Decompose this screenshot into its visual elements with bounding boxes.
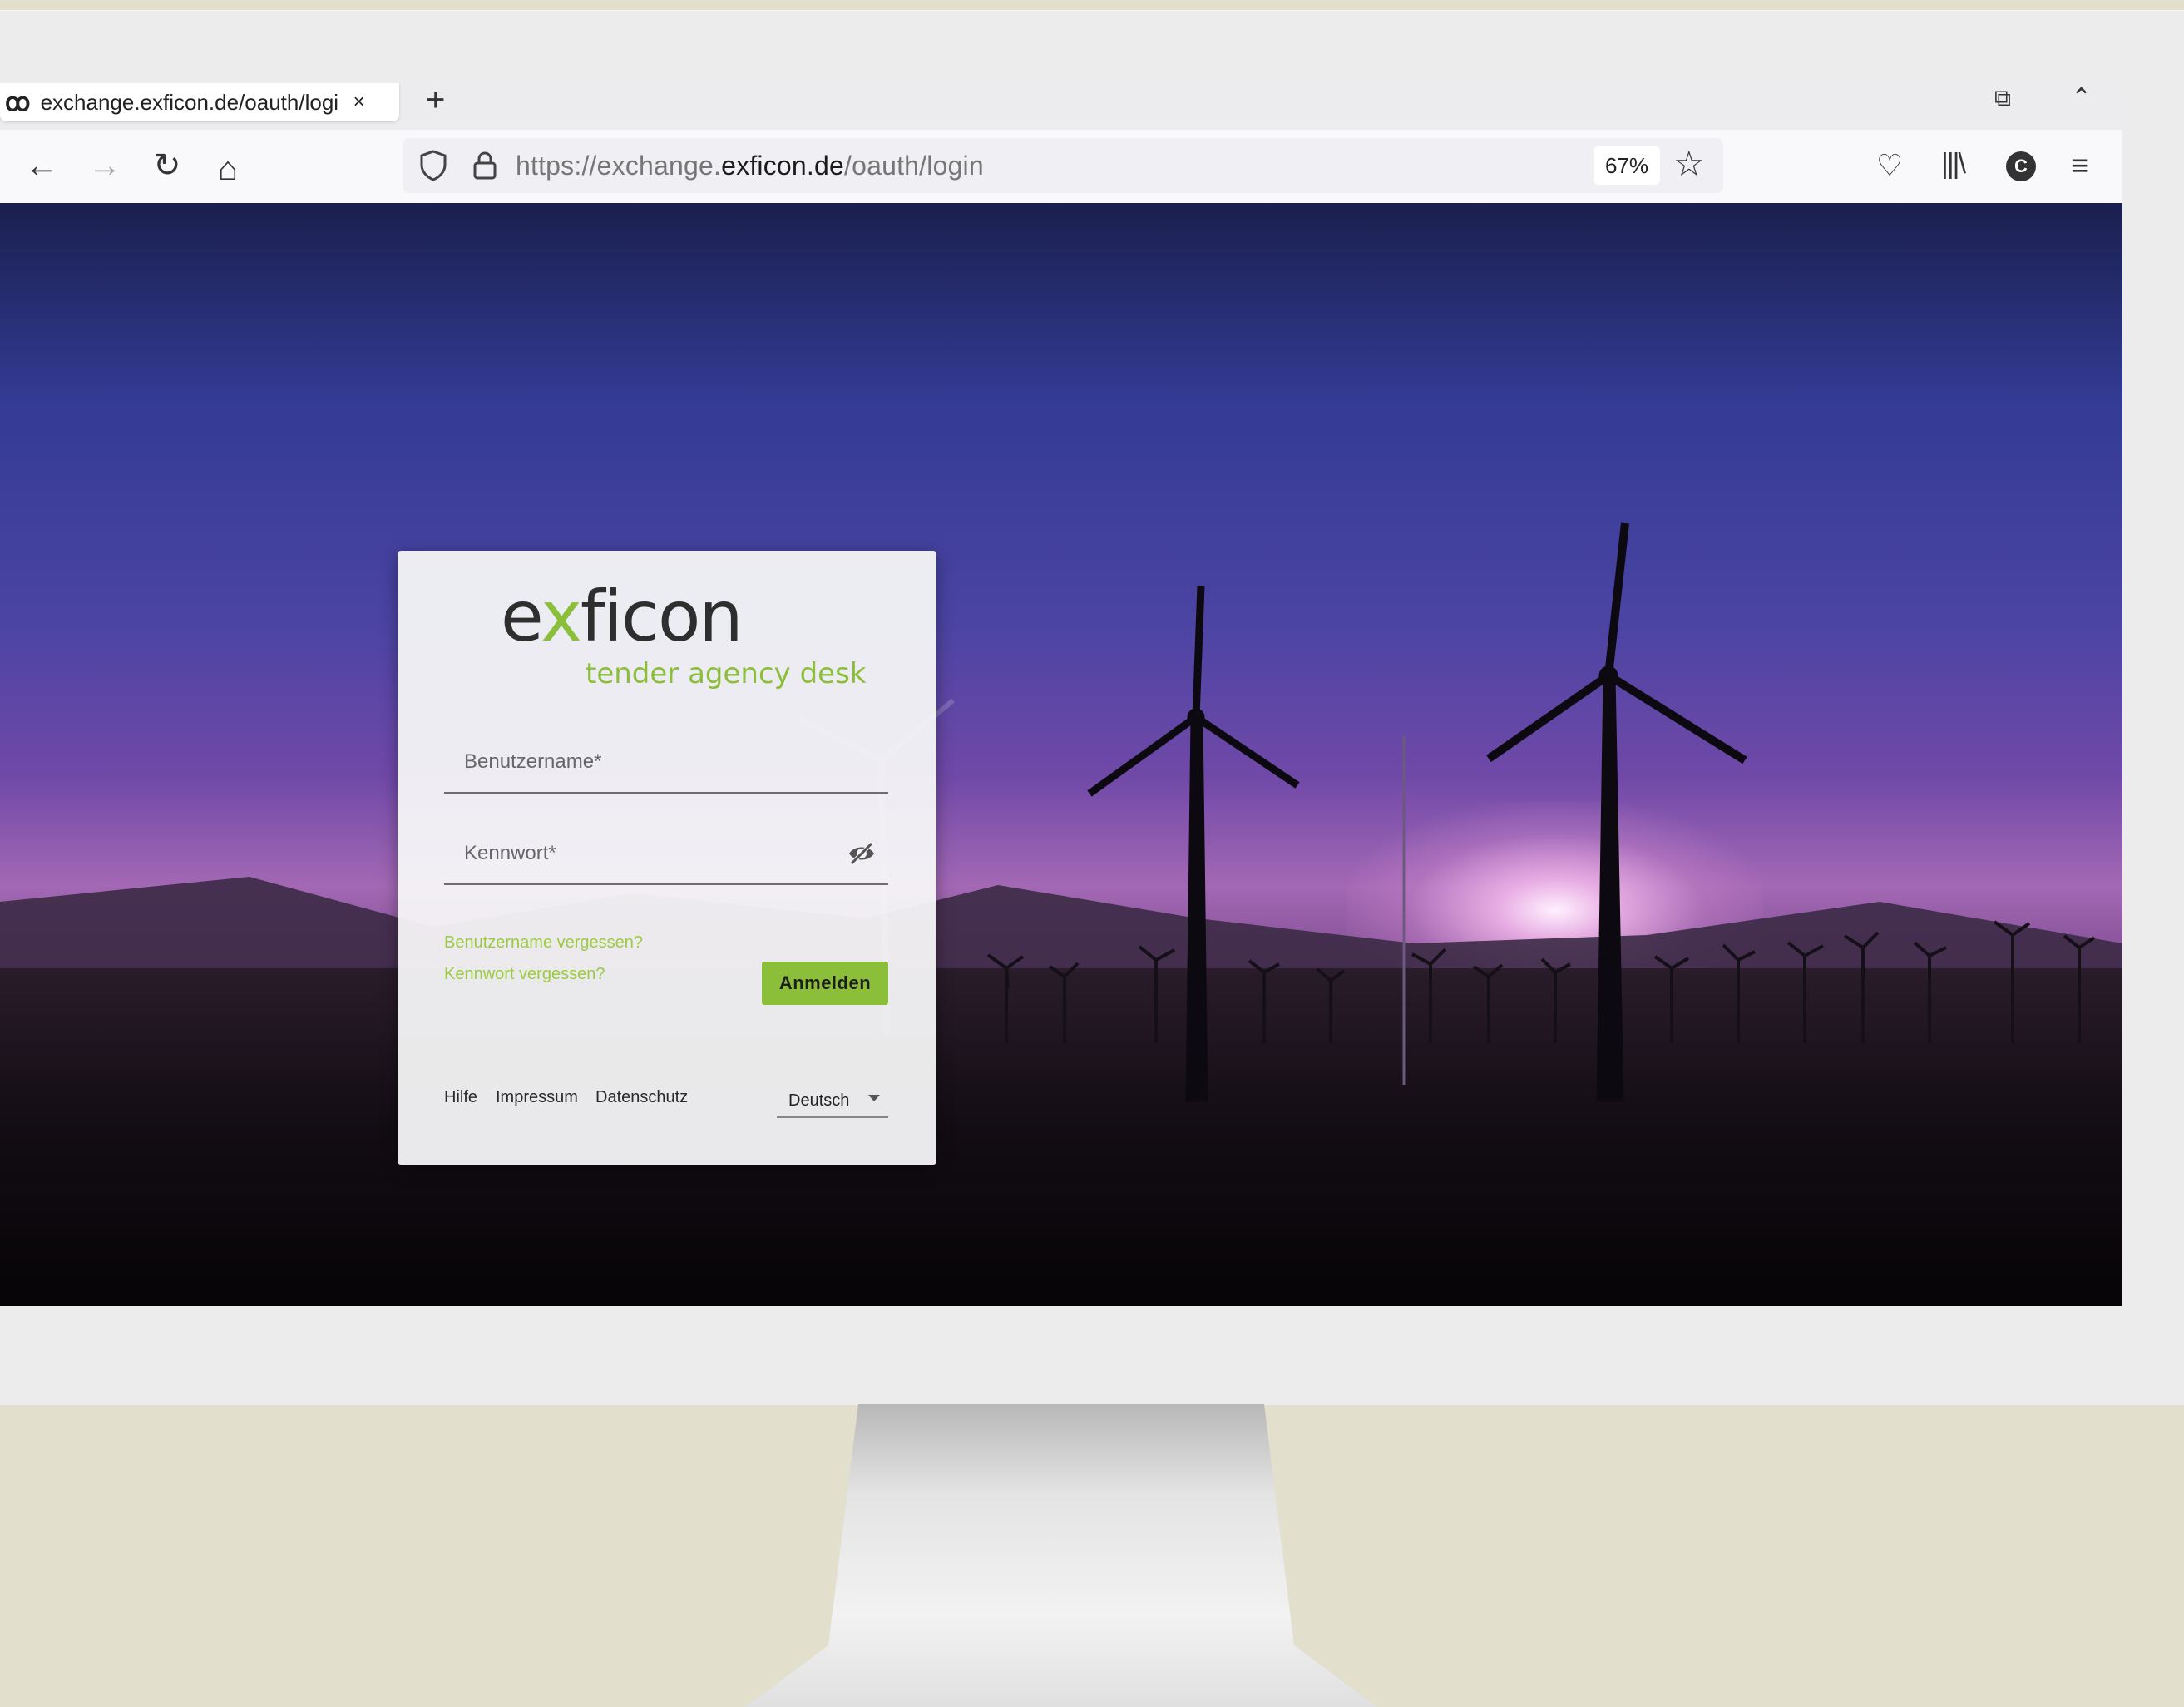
logo-word-rest: ficon <box>580 576 744 657</box>
exficon-logo: exficon <box>501 576 744 657</box>
page-background: exficon tender agency desk Benutzername*… <box>0 203 2122 1306</box>
help-link[interactable]: Hilfe <box>444 1088 477 1107</box>
zoom-level-badge[interactable]: 67% <box>1594 146 1661 185</box>
home-button[interactable]: ⌂ <box>218 148 238 190</box>
language-value: Deutsch <box>788 1091 850 1110</box>
distant-turbines <box>986 920 2096 1043</box>
logo-letter-x: x <box>541 576 582 657</box>
url-prefix: https://exchange. <box>516 150 722 181</box>
monitor-stand <box>745 1404 1377 1707</box>
language-select[interactable]: Deutsch <box>777 1085 888 1118</box>
site-favicon-icon: ꝏ <box>5 88 31 116</box>
wind-turbine-field <box>797 522 2096 1102</box>
hamburger-menu-icon[interactable]: ≡ <box>2071 148 2088 183</box>
new-tab-button[interactable]: + <box>426 83 445 119</box>
tab-strip: ꝏ exchange.exficon.de/oauth/logi × + ⧉ ⌃ <box>0 83 2122 130</box>
tab-title: exchange.exficon.de/oauth/logi <box>40 89 339 115</box>
bookmark-star-icon[interactable]: ☆ <box>1673 143 1705 184</box>
eye-off-icon[interactable] <box>847 839 877 868</box>
url-path: /oauth/login <box>844 150 984 181</box>
password-field[interactable]: Kennwort* <box>444 825 888 885</box>
browser-window: ꝏ exchange.exficon.de/oauth/logi × + ⧉ ⌃… <box>0 83 2122 1306</box>
login-card: exficon tender agency desk Benutzername*… <box>398 551 936 1165</box>
pocket-icon[interactable]: ♡ <box>1876 148 1903 183</box>
url-domain: exficon.de <box>721 150 844 181</box>
active-tab[interactable]: ꝏ exchange.exficon.de/oauth/logi × <box>0 83 399 121</box>
library-icon[interactable]: |||\ <box>1941 148 1966 181</box>
navigation-bar: ← → ↻ ⌂ https://exchange.exficon.de/oaut… <box>0 130 2122 204</box>
privacy-link[interactable]: Datenschutz <box>595 1088 688 1107</box>
tab-close-icon[interactable]: × <box>353 91 365 114</box>
url-text[interactable]: https://exchange.exficon.de/oauth/login <box>516 151 984 181</box>
account-avatar[interactable]: C <box>2006 151 2036 181</box>
lock-icon[interactable] <box>472 151 497 180</box>
wind-turbine-large-left <box>1087 585 1300 1102</box>
dropdown-caret-icon <box>868 1095 880 1101</box>
restore-window-icon[interactable]: ⧉ <box>1994 85 2011 112</box>
tracking-protection-shield-icon[interactable] <box>419 150 447 181</box>
forgot-username-link[interactable]: Benutzername vergessen? <box>444 933 643 952</box>
reload-button[interactable]: ↻ <box>153 145 181 186</box>
wind-turbine-large-right <box>1486 522 1747 1102</box>
forgot-password-link[interactable]: Kennwort vergessen? <box>444 965 605 984</box>
imprint-link[interactable]: Impressum <box>496 1088 578 1107</box>
password-label: Kennwort* <box>464 842 556 864</box>
logo-letter-e: e <box>501 576 542 657</box>
username-label: Benutzername* <box>464 750 602 773</box>
address-bar[interactable]: https://exchange.exficon.de/oauth/login … <box>403 138 1723 193</box>
logo-tagline: tender agency desk <box>586 657 867 690</box>
username-field[interactable]: Benutzername* <box>444 734 888 794</box>
login-button[interactable]: Anmelden <box>762 962 888 1005</box>
back-button[interactable]: ← <box>25 145 58 186</box>
collapse-icon[interactable]: ⌃ <box>2071 83 2092 112</box>
forward-button[interactable]: → <box>88 145 121 186</box>
